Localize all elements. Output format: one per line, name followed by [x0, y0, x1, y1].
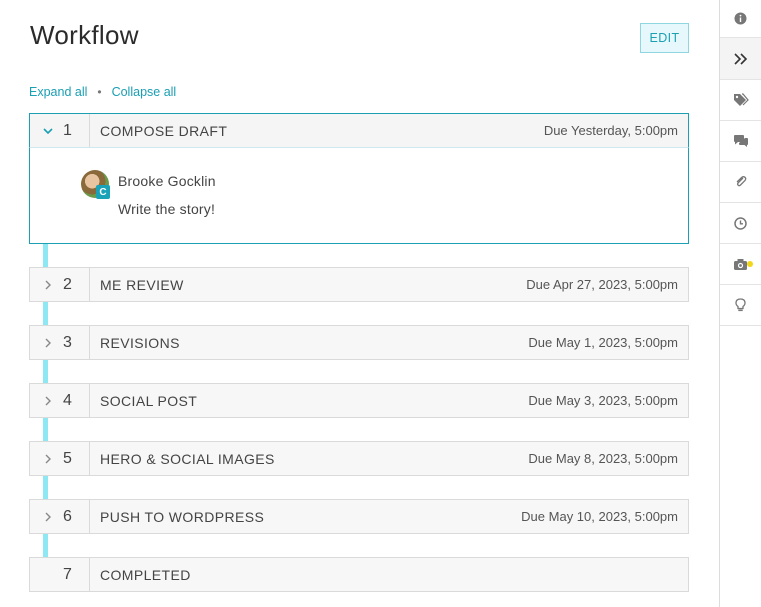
step-number: 3	[63, 333, 72, 351]
clock-icon	[734, 216, 747, 230]
timeline-connector	[43, 360, 48, 383]
step-number: 4	[63, 391, 72, 409]
paperclip-icon	[734, 175, 748, 189]
edit-button[interactable]: EDIT	[640, 23, 689, 53]
step-1-details: C Brooke Gocklin Write the story!	[29, 148, 689, 244]
step-number-cell: 2	[30, 268, 90, 301]
step-number-cell: 4	[30, 384, 90, 417]
step-name: ME REVIEW	[100, 276, 184, 293]
double-chevron-right-icon	[733, 52, 749, 66]
workflow-step-1[interactable]: 1 COMPOSE DRAFT Due Yesterday, 5:00pm	[29, 113, 689, 148]
attachments-button[interactable]	[720, 162, 761, 203]
step-number-cell: 5	[30, 442, 90, 475]
assignee-name: Brooke Gocklin	[118, 173, 216, 189]
right-sidebar	[719, 0, 761, 607]
step-name: SOCIAL POST	[100, 392, 198, 409]
step-number: 6	[63, 507, 72, 525]
step-due-date: Due May 10, 2023, 5:00pm	[521, 509, 678, 524]
workflow-step-6[interactable]: 6 PUSH TO WORDPRESS Due May 10, 2023, 5:…	[29, 499, 689, 534]
step-due-date: Due May 1, 2023, 5:00pm	[528, 335, 678, 350]
tags-button[interactable]	[720, 80, 761, 121]
workflow-step-3[interactable]: 3 REVISIONS Due May 1, 2023, 5:00pm	[29, 325, 689, 360]
chevron-right-icon[interactable]	[42, 511, 54, 523]
notification-dot	[747, 261, 753, 267]
step-due-date: Due Yesterday, 5:00pm	[543, 123, 678, 138]
timeline-connector	[43, 244, 48, 267]
expand-panel-button[interactable]	[720, 38, 761, 80]
page-title: Workflow	[30, 20, 139, 50]
main-panel: Workflow EDIT Expand all • Collapse all …	[0, 0, 719, 607]
chevron-right-icon[interactable]	[42, 453, 54, 465]
tags-icon	[733, 93, 749, 107]
history-button[interactable]	[720, 203, 761, 244]
timeline-connector	[43, 302, 48, 325]
chevron-right-icon[interactable]	[42, 337, 54, 349]
step-due-date	[678, 558, 688, 591]
chevron-down-icon[interactable]	[42, 125, 54, 137]
workflow-step-2[interactable]: 2 ME REVIEW Due Apr 27, 2023, 5:00pm	[29, 267, 689, 302]
info-button[interactable]	[720, 0, 761, 38]
ideas-button[interactable]	[720, 285, 761, 326]
lightbulb-icon	[735, 298, 746, 312]
expand-all-link[interactable]: Expand all	[29, 85, 87, 99]
timeline-connector	[43, 418, 48, 441]
step-name: COMPLETED	[100, 566, 191, 583]
step-name: HERO & SOCIAL IMAGES	[100, 450, 275, 467]
step-number-cell: 3	[30, 326, 90, 359]
step-due-date: Due May 3, 2023, 5:00pm	[528, 393, 678, 408]
expand-collapse-links: Expand all • Collapse all	[29, 85, 176, 99]
step-number-cell: 6	[30, 500, 90, 533]
info-icon	[734, 12, 747, 25]
step-number-cell: 1	[30, 114, 90, 147]
camera-icon	[733, 258, 748, 271]
step-number: 2	[63, 275, 72, 293]
step-due-date: Due May 8, 2023, 5:00pm	[528, 451, 678, 466]
workflow-step-7: 7 COMPLETED	[29, 557, 689, 592]
chevron-right-icon[interactable]	[42, 279, 54, 291]
timeline-connector	[43, 534, 48, 557]
chevron-right-icon[interactable]	[42, 395, 54, 407]
workflow-step-5[interactable]: 5 HERO & SOCIAL IMAGES Due May 8, 2023, …	[29, 441, 689, 476]
step-number: 7	[63, 565, 72, 583]
collapse-all-link[interactable]: Collapse all	[112, 85, 177, 99]
media-button[interactable]	[720, 244, 761, 285]
step-name: COMPOSE DRAFT	[100, 122, 228, 139]
comments-icon	[733, 134, 749, 148]
comments-button[interactable]	[720, 121, 761, 162]
link-separator: •	[97, 85, 102, 99]
step-number: 5	[63, 449, 72, 467]
assignee-badge: C	[96, 185, 110, 199]
step-name: PUSH TO WORDPRESS	[100, 508, 265, 525]
timeline-connector	[43, 476, 48, 499]
step-number-cell: 7	[30, 558, 90, 591]
step-note: Write the story!	[118, 201, 216, 217]
step-number: 1	[63, 121, 72, 139]
step-name: REVISIONS	[100, 334, 180, 351]
step-due-date: Due Apr 27, 2023, 5:00pm	[526, 277, 678, 292]
workflow-step-4[interactable]: 4 SOCIAL POST Due May 3, 2023, 5:00pm	[29, 383, 689, 418]
